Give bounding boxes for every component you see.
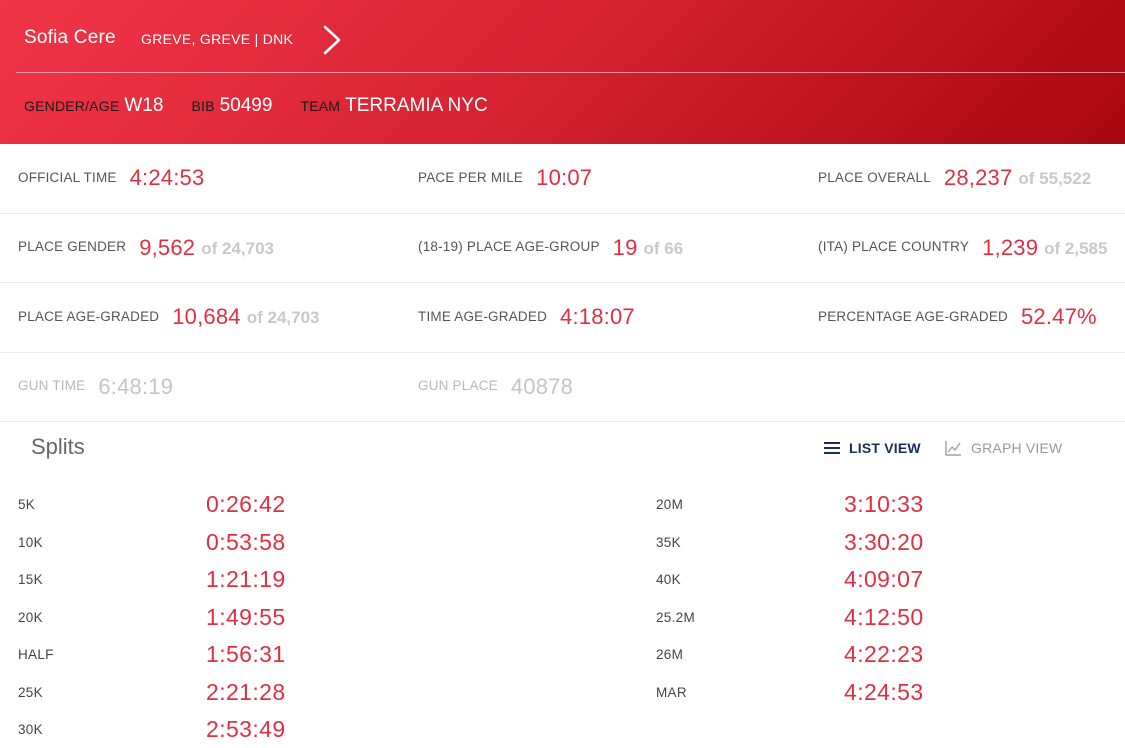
split-label: 15K — [18, 571, 43, 587]
split-label: 40K — [656, 571, 681, 587]
stat-value: 4:18:07 — [560, 304, 635, 330]
stat-value: 19 — [612, 234, 638, 260]
split-time: 4:09:07 — [844, 565, 924, 592]
split-label: HALF — [18, 646, 54, 662]
stat-percentage-age-graded: PERCENTAGE AGE-GRADED 52.47% — [818, 283, 1097, 352]
chevron-right-icon[interactable] — [318, 24, 346, 56]
stat-pace-per-mile: PACE PER MILE 10:07 — [418, 144, 592, 213]
stat-label: (18-19) PLACE AGE-GROUP — [418, 239, 600, 255]
split-label: 5K — [18, 496, 36, 512]
split-label: 30K — [18, 721, 43, 737]
stat-time-age-graded: TIME AGE-GRADED 4:18:07 — [418, 283, 635, 352]
stat-place-age-group: (18-19) PLACE AGE-GROUP 19 of 66 — [418, 214, 683, 283]
stat-place-overall: PLACE OVERALL 28,237 of 55,522 — [818, 144, 1091, 213]
split-time: 2:21:28 — [206, 678, 286, 705]
stat-value: 10,684 — [172, 304, 241, 330]
split-time: 4:22:23 — [844, 640, 924, 667]
stat-label: PLACE AGE-GRADED — [18, 308, 160, 324]
stat-gun-place: GUN PLACE 40878 — [418, 353, 573, 422]
stat-label: PLACE GENDER — [18, 239, 127, 255]
stat-value: 9,562 — [139, 234, 196, 260]
bib-value: 50499 — [219, 95, 273, 116]
stat-official-time: OFFICIAL TIME 4:24:53 — [18, 144, 204, 213]
gender-age-value: W18 — [124, 95, 164, 116]
split-label: 20K — [18, 609, 43, 625]
gender-age-label: GENDER/AGE — [24, 98, 120, 114]
split-label: 20M — [656, 496, 684, 512]
stats-row: PLACE AGE-GRADED 10,684 of 24,703 TIME A… — [0, 283, 1125, 353]
stat-value: 4:24:53 — [129, 165, 205, 191]
stat-value: 52.47% — [1020, 304, 1097, 330]
stat-gun-time: GUN TIME 6:48:19 — [18, 353, 173, 422]
split-time: 4:12:50 — [844, 603, 924, 630]
stats-row: PLACE GENDER 9,562 of 24,703 (18-19) PLA… — [0, 214, 1125, 283]
graph-view-button[interactable]: GRAPH VIEW — [945, 440, 1062, 456]
stat-value: 40878 — [510, 373, 574, 399]
stat-value: 6:48:19 — [98, 373, 174, 399]
stat-of-total: of 24,703 — [246, 308, 320, 328]
runner-name: Sofia Cere — [24, 27, 116, 48]
list-view-label: LIST VIEW — [849, 440, 921, 456]
stat-label: OFFICIAL TIME — [18, 169, 117, 185]
list-view-button[interactable]: LIST VIEW — [824, 440, 921, 456]
split-label: 35K — [656, 534, 681, 550]
stat-label: PACE PER MILE — [418, 169, 524, 185]
split-label: 25K — [18, 684, 43, 700]
stat-place-country: (ITA) PLACE COUNTRY 1,239 of 2,585 — [818, 214, 1107, 283]
split-time: 4:24:53 — [844, 678, 924, 705]
stats-grid: OFFICIAL TIME 4:24:53 PACE PER MILE 10:0… — [0, 144, 1125, 422]
runner-location: GREVE, GREVE | DNK — [141, 31, 294, 47]
split-time: 0:26:42 — [206, 490, 286, 517]
runner-meta: GENDER/AGE W18 BIB 50499 TEAM TERRAMIA N… — [24, 95, 516, 117]
header-divider — [16, 72, 1125, 73]
stat-label: PLACE OVERALL — [818, 169, 931, 185]
stat-label: GUN PLACE — [418, 378, 498, 394]
stat-of-total: of 55,522 — [1018, 169, 1092, 189]
stat-label: PERCENTAGE AGE-GRADED — [818, 308, 1008, 324]
stat-of-total: of 24,703 — [201, 238, 275, 258]
split-time: 1:56:31 — [206, 640, 286, 667]
stats-row: OFFICIAL TIME 4:24:53 PACE PER MILE 10:0… — [0, 144, 1125, 214]
graph-view-label: GRAPH VIEW — [971, 440, 1063, 456]
stat-label: TIME AGE-GRADED — [418, 308, 548, 324]
stat-value: 28,237 — [943, 165, 1013, 191]
stat-place-age-graded: PLACE AGE-GRADED 10,684 of 24,703 — [18, 283, 320, 352]
split-time: 0:53:58 — [206, 528, 286, 555]
stat-label: (ITA) PLACE COUNTRY — [818, 239, 970, 255]
splits-title: Splits — [31, 434, 85, 459]
stat-value: 1,239 — [982, 234, 1039, 260]
stat-value: 10:07 — [536, 165, 593, 191]
stat-place-gender: PLACE GENDER 9,562 of 24,703 — [18, 214, 274, 283]
split-time: 2:53:49 — [206, 715, 286, 742]
stat-of-total: of 2,585 — [1044, 238, 1108, 258]
split-time: 3:30:20 — [844, 528, 924, 555]
split-label: 26M — [656, 646, 684, 662]
split-label: 10K — [18, 534, 43, 550]
split-label: 25.2M — [656, 609, 696, 625]
team-label: TEAM — [300, 98, 341, 114]
line-chart-icon — [945, 441, 961, 456]
stat-label: GUN TIME — [18, 378, 86, 394]
split-time: 1:49:55 — [206, 603, 286, 630]
split-time: 1:21:19 — [206, 565, 286, 592]
split-time: 3:10:33 — [844, 490, 924, 517]
bib-label: BIB — [191, 98, 215, 114]
list-icon — [824, 442, 840, 454]
split-label: MAR — [656, 684, 687, 700]
runner-header: Sofia Cere GREVE, GREVE | DNK GENDER/AGE… — [0, 0, 1125, 144]
stats-row: GUN TIME 6:48:19 GUN PLACE 40878 — [0, 353, 1125, 422]
team-value: TERRAMIA NYC — [345, 95, 488, 116]
stat-of-total: of 66 — [643, 238, 684, 258]
